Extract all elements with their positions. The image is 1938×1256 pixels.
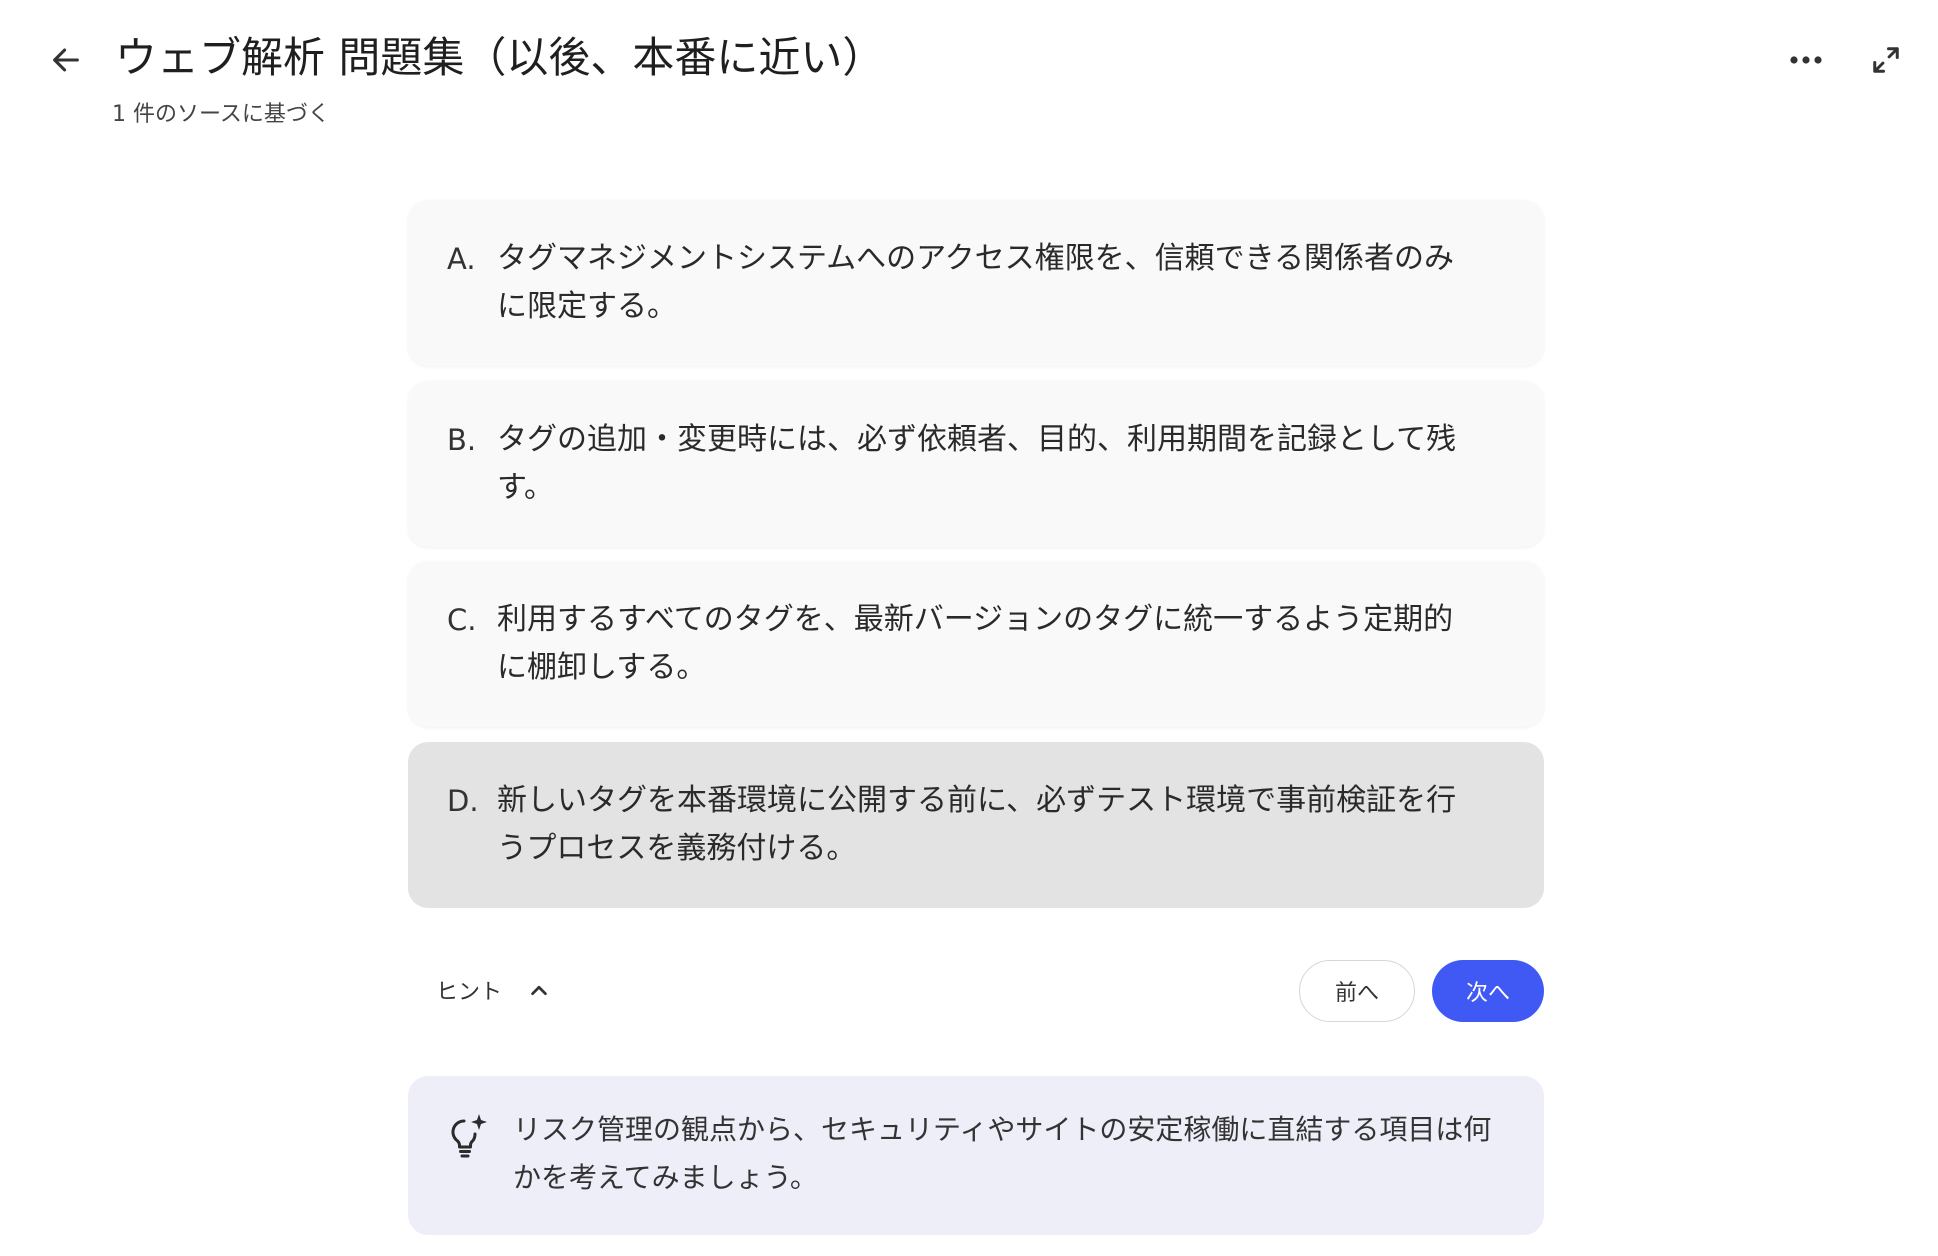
answer-option-b[interactable]: B. タグの追加・変更時には、必ず依頼者、目的、利用期間を記録として残す。 [408, 381, 1544, 547]
option-text: 新しいタグを本番環境に公開する前に、必ずテスト環境で事前検証を行うプロセスを義務… [497, 783, 1457, 866]
option-text: タグの追加・変更時には、必ず依頼者、目的、利用期間を記録として残す。 [497, 422, 1457, 505]
hint-toggle-label: ヒント [436, 980, 503, 1005]
expand-icon [1873, 47, 1899, 73]
page-title: ウェブ解析 問題集（以後、本番に近い） [115, 33, 885, 82]
option-letter: B. [447, 423, 477, 457]
expand-button[interactable] [1864, 38, 1908, 82]
next-button[interactable]: 次へ [1432, 960, 1544, 1022]
option-text: タグマネジメントシステムへのアクセス権限を、信頼できる関係者のみに限定する。 [497, 241, 1454, 324]
chevron-up-icon [531, 985, 547, 996]
option-letter: C. [447, 603, 477, 637]
hint-toggle[interactable]: ヒント [436, 970, 550, 1010]
hint-panel: リスク管理の観点から、セキュリティやサイトの安定稼働に直結する項目は何かを考えて… [408, 1076, 1544, 1235]
quiz-page: ウェブ解析 問題集（以後、本番に近い） 1 件のソースに基づく A. タグマネジ… [0, 0, 1938, 1256]
answer-option-a[interactable]: A. タグマネジメントシステムへのアクセス権限を、信頼できる関係者のみに限定する… [408, 200, 1544, 366]
hint-text: リスク管理の観点から、セキュリティやサイトの安定稼働に直結する項目は何かを考えて… [513, 1113, 1492, 1194]
lightbulb-sparkle-icon [451, 1114, 487, 1158]
source-count: 1 件のソースに基づく [112, 102, 330, 127]
back-button[interactable] [44, 38, 88, 82]
more-horizontal-icon [1790, 56, 1822, 64]
answer-option-d[interactable]: D. 新しいタグを本番環境に公開する前に、必ずテスト環境で事前検証を行うプロセス… [408, 742, 1544, 908]
option-text: 利用するすべてのタグを、最新バージョンのタグに統一するよう定期的に棚卸しする。 [497, 602, 1454, 685]
option-letter: D. [447, 784, 479, 818]
answer-option-c[interactable]: C. 利用するすべてのタグを、最新バージョンのタグに統一するよう定期的に棚卸しす… [408, 561, 1544, 727]
more-options-button[interactable] [1784, 42, 1828, 78]
arrow-left-icon [53, 48, 79, 72]
option-letter: A. [447, 242, 476, 276]
previous-button[interactable]: 前へ [1299, 960, 1415, 1022]
